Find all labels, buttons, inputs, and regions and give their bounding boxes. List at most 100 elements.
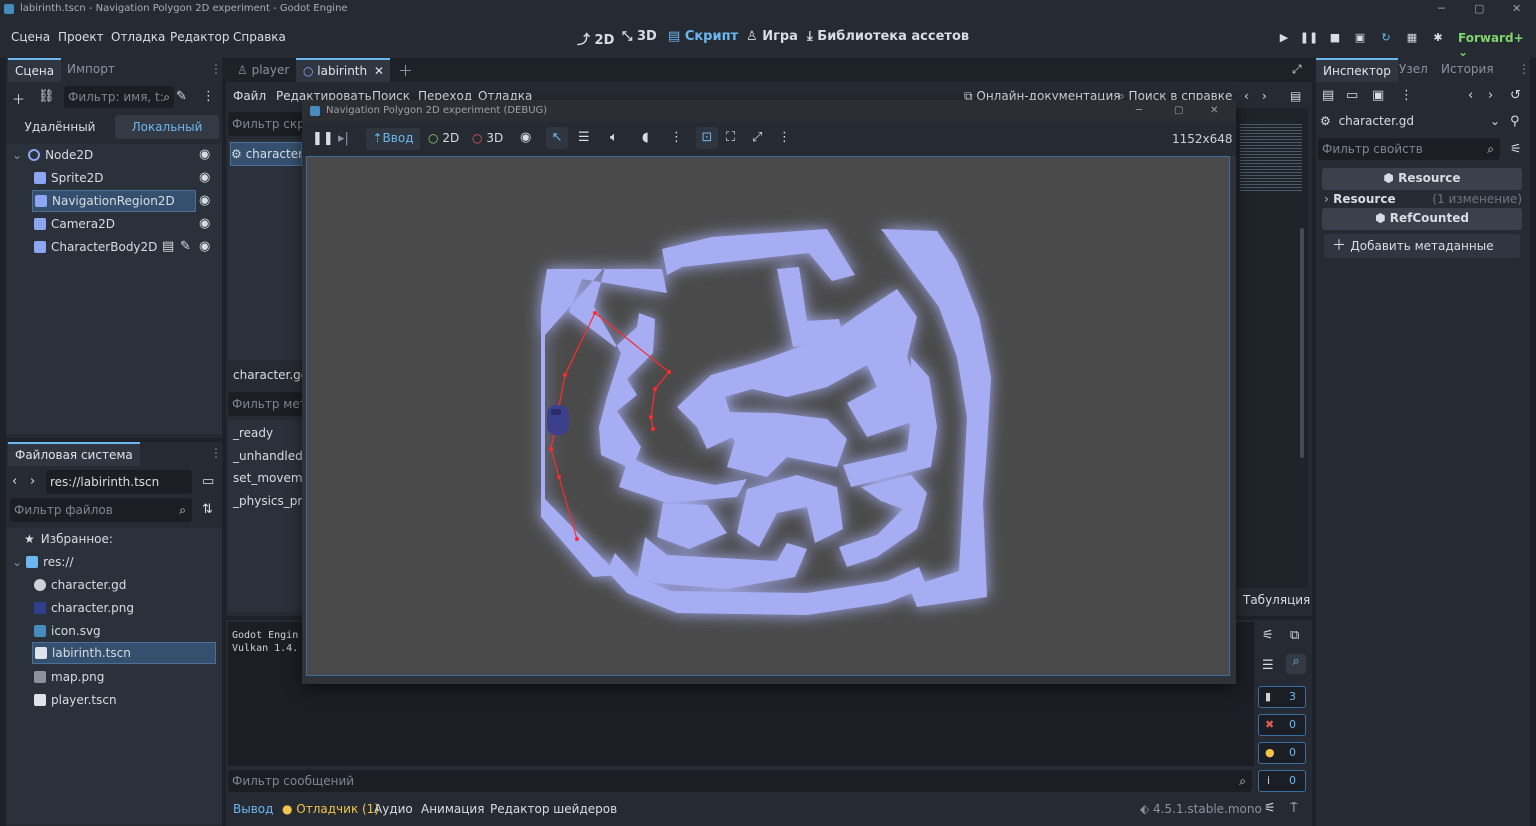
- remote-tab-button[interactable]: Удалённый: [8, 115, 112, 139]
- menu-project[interactable]: Проект: [58, 30, 104, 44]
- code-editor-area[interactable]: [1236, 108, 1308, 588]
- camera-override-icon[interactable]: ◖: [642, 130, 649, 145]
- path-field[interactable]: res://labirinth.tscn: [46, 470, 192, 494]
- property-resource[interactable]: › Resource (1 изменение): [1324, 188, 1522, 210]
- stretch-icon[interactable]: ⤢: [752, 130, 762, 145]
- remote-debug-icon[interactable]: ▣: [1350, 28, 1370, 48]
- tree-node-characterbody2d[interactable]: CharacterBody2D: [34, 236, 157, 258]
- file-item-selected[interactable]: labirinth.tscn: [32, 642, 216, 664]
- tab-labirinth[interactable]: ○ labirinth ✕: [296, 58, 390, 82]
- tab-shader-editor[interactable]: Редактор шейдеров: [490, 798, 617, 820]
- object-history-icon[interactable]: ↺: [1510, 88, 1521, 103]
- open-resource-icon[interactable]: ▭: [1346, 88, 1358, 103]
- object-properties-icon[interactable]: ⚲: [1510, 114, 1520, 129]
- visibility-eye-icon[interactable]: ◉: [199, 193, 210, 208]
- dock-menu-icon[interactable]: ⋮: [1518, 62, 1530, 76]
- tab-node[interactable]: Узел: [1392, 58, 1435, 80]
- tab-audio[interactable]: Аудио: [374, 798, 413, 820]
- link-icon[interactable]: ⛓: [38, 89, 55, 104]
- script-icon[interactable]: ✎: [180, 239, 191, 254]
- menu-debug[interactable]: Отладка: [111, 30, 165, 44]
- tab-output[interactable]: Вывод: [233, 798, 273, 820]
- filter-error-button[interactable]: ✖ 0: [1258, 714, 1306, 736]
- property-filter-input[interactable]: Фильтр свойств ⌕: [1318, 138, 1500, 160]
- workspace-2d[interactable]: ⤴ 2D: [577, 29, 614, 48]
- renderer-select[interactable]: Forward+ ⌄: [1458, 31, 1536, 59]
- visibility-eye-icon[interactable]: ◉: [199, 170, 210, 185]
- workspace-script[interactable]: ▤ Скрипт: [668, 29, 738, 44]
- embed-menu-icon[interactable]: ⋮: [778, 130, 791, 145]
- fixed-size-icon[interactable]: ⊡: [696, 127, 718, 149]
- minimize-icon[interactable]: ─: [1438, 0, 1445, 18]
- folder-res[interactable]: ⌄ res://: [12, 551, 74, 573]
- toggle-panel-icon[interactable]: ▤: [1290, 85, 1301, 107]
- tabulation-indicator[interactable]: Табуляция: [1243, 589, 1310, 611]
- inspected-object[interactable]: ⚙ character.gd ⌄: [1320, 110, 1500, 132]
- stop-icon[interactable]: ■: [1325, 28, 1345, 48]
- visibility-eye-icon[interactable]: ◉: [199, 216, 210, 231]
- pause-icon[interactable]: ❚❚: [1299, 28, 1319, 48]
- property-settings-icon[interactable]: ⚟: [1510, 142, 1522, 157]
- method-item[interactable]: set_moveme: [233, 467, 302, 489]
- profiler-icon[interactable]: ✱: [1428, 28, 1448, 48]
- filter-info-button[interactable]: i0: [1258, 770, 1306, 792]
- local-tab-button[interactable]: Локальный: [115, 115, 219, 139]
- list-select-icon[interactable]: ☰: [578, 130, 590, 145]
- instance-icon[interactable]: ▤: [162, 239, 174, 254]
- options-menu-icon[interactable]: ⋮: [670, 130, 683, 145]
- tab-player[interactable]: ♙ player: [230, 59, 296, 81]
- play-icon[interactable]: ▶: [1274, 28, 1294, 48]
- tab-import[interactable]: Импорт: [60, 58, 122, 80]
- prev-script-icon[interactable]: ‹: [1244, 85, 1249, 107]
- tab-inspector[interactable]: Инспектор: [1316, 58, 1398, 82]
- file-item[interactable]: map.png: [34, 666, 104, 688]
- add-tab-icon[interactable]: ＋: [398, 60, 413, 81]
- dock-menu-icon[interactable]: ⋮: [210, 446, 222, 460]
- select-2d-button[interactable]: ○ 2D: [428, 131, 459, 145]
- method-filter-input[interactable]: Фильтр мето: [228, 392, 302, 416]
- filter-log-button[interactable]: ▮ 3: [1258, 686, 1306, 708]
- file-item[interactable]: character.png: [34, 597, 134, 619]
- select-3d-button[interactable]: ○ 3D: [472, 131, 503, 145]
- file-item[interactable]: icon.svg: [34, 620, 101, 642]
- next-frame-icon[interactable]: ▸|: [338, 131, 349, 146]
- message-filter-input[interactable]: Фильтр сообщений ⌕: [228, 770, 1252, 792]
- favorites-item[interactable]: ★ Избранное:: [24, 528, 113, 550]
- attach-script-icon[interactable]: ✎: [176, 89, 187, 104]
- tree-node-sprite2d[interactable]: Sprite2D: [34, 167, 103, 189]
- split-mode-icon[interactable]: ▭: [202, 474, 214, 489]
- pause-icon[interactable]: ❚❚: [312, 131, 334, 146]
- tab-animation[interactable]: Анимация: [421, 798, 484, 820]
- filter-warning-button[interactable]: ● 0: [1258, 742, 1306, 764]
- new-resource-icon[interactable]: ▤: [1322, 88, 1334, 103]
- scrollbar[interactable]: [1300, 228, 1304, 458]
- method-item[interactable]: _physics_pro: [233, 490, 302, 512]
- update-spinner-icon[interactable]: ⚟: [1264, 801, 1276, 816]
- sort-icon[interactable]: ⇅: [202, 502, 213, 517]
- menu-file[interactable]: Файл: [233, 85, 266, 107]
- close-icon[interactable]: ✕: [1512, 0, 1521, 18]
- workspace-assetlib[interactable]: ⤓ Библиотека ассетов: [807, 29, 969, 44]
- expand-panel-icon[interactable]: ⍑: [1290, 801, 1298, 816]
- method-item[interactable]: _ready: [233, 422, 273, 444]
- scene-filter-input[interactable]: Фильтр: имя, t: ⌕: [64, 86, 174, 108]
- maximize-icon[interactable]: ▢: [1474, 0, 1484, 18]
- tree-node-node2d[interactable]: ⌄ Node2D: [12, 144, 93, 166]
- search-toggle-icon[interactable]: ⌕: [1286, 654, 1306, 674]
- file-item[interactable]: character.gd: [34, 574, 126, 596]
- file-item[interactable]: player.tscn: [34, 689, 117, 711]
- scene-menu-icon[interactable]: ⋮: [202, 89, 215, 104]
- menu-help[interactable]: Справка: [233, 30, 286, 44]
- copy-output-icon[interactable]: ⧉: [1290, 628, 1299, 643]
- section-header-refcounted[interactable]: ⬢ RefCounted: [1322, 208, 1522, 230]
- select-tool-icon[interactable]: ↖: [546, 127, 568, 149]
- tree-node-camera2d[interactable]: Camera2D: [34, 213, 115, 235]
- add-node-icon[interactable]: ＋: [12, 89, 25, 108]
- tab-scene[interactable]: Сцена: [8, 58, 62, 82]
- back-icon[interactable]: ‹: [12, 474, 17, 489]
- collapse-icon[interactable]: ☰: [1262, 658, 1274, 673]
- tree-node-navigationregion2d[interactable]: NavigationRegion2D: [32, 190, 196, 212]
- workspace-3d[interactable]: ⤡ 3D: [622, 29, 657, 44]
- resource-menu-icon[interactable]: ⋮: [1400, 88, 1413, 103]
- input-mode-button[interactable]: ⇡Ввод: [366, 128, 420, 150]
